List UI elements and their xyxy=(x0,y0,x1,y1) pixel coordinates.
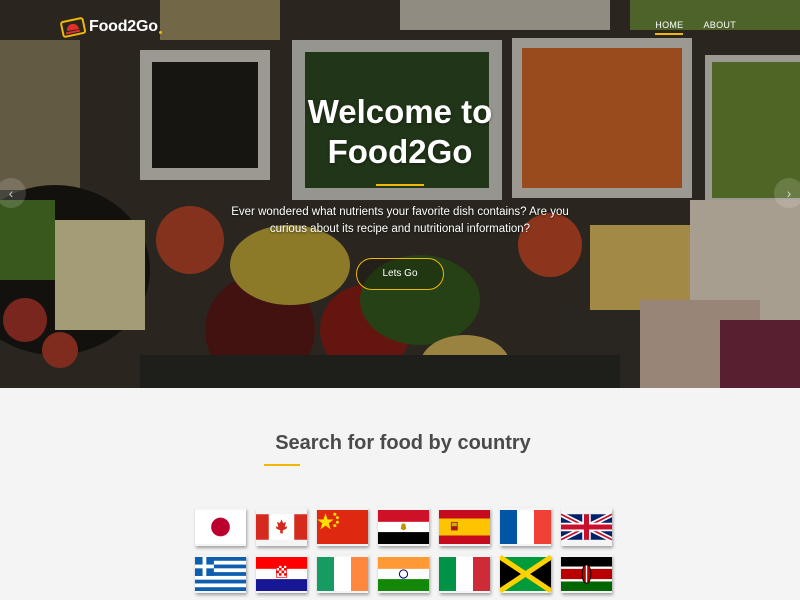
hero-carousel: Food2Go HOME ABOUT ‹ › Welcome to Food2G… xyxy=(0,0,800,388)
country-search-section: Search for food by country xyxy=(0,388,800,600)
nav-menu: HOME ABOUT xyxy=(655,20,736,35)
section-title: Search for food by country xyxy=(275,432,531,454)
flag-croatia-icon[interactable] xyxy=(256,555,307,593)
section-title-underline xyxy=(264,464,300,466)
flag-jamaica-icon[interactable] xyxy=(500,555,551,593)
flag-france-icon[interactable] xyxy=(500,508,551,546)
flag-uk-icon[interactable] xyxy=(561,508,612,546)
flag-canada-icon[interactable] xyxy=(256,508,307,546)
flag-greece-icon[interactable] xyxy=(195,555,246,593)
hero-description: Ever wondered what nutrients your favori… xyxy=(231,206,569,235)
top-navbar: Food2Go HOME ABOUT xyxy=(0,0,800,52)
flag-kenya-icon[interactable] xyxy=(561,555,612,593)
flag-egypt-icon[interactable] xyxy=(378,508,429,546)
flag-italy-icon[interactable] xyxy=(439,555,490,593)
brand-name: Food2Go xyxy=(89,18,158,35)
nav-about-link[interactable]: ABOUT xyxy=(703,20,736,35)
nav-home-link[interactable]: HOME xyxy=(655,20,684,35)
hero-title: Welcome to Food2Go xyxy=(0,92,800,172)
brand-logo-link[interactable]: Food2Go xyxy=(60,14,162,40)
flag-ireland-icon[interactable] xyxy=(317,555,368,593)
flag-india-icon[interactable] xyxy=(378,555,429,593)
lets-go-button[interactable]: Lets Go xyxy=(356,258,444,290)
flag-japan-icon[interactable] xyxy=(195,508,246,546)
hero-title-underline xyxy=(376,184,424,186)
hero-title-line2: Food2Go xyxy=(327,133,473,170)
food-cloche-icon xyxy=(60,17,86,38)
hero-content: Welcome to Food2Go Ever wondered what nu… xyxy=(0,92,800,290)
hero-title-line1: Welcome to xyxy=(307,93,493,130)
brand-dot xyxy=(158,30,162,34)
country-flag-grid xyxy=(195,508,615,593)
flag-spain-icon[interactable] xyxy=(439,508,490,546)
flag-china-icon[interactable] xyxy=(317,508,368,546)
